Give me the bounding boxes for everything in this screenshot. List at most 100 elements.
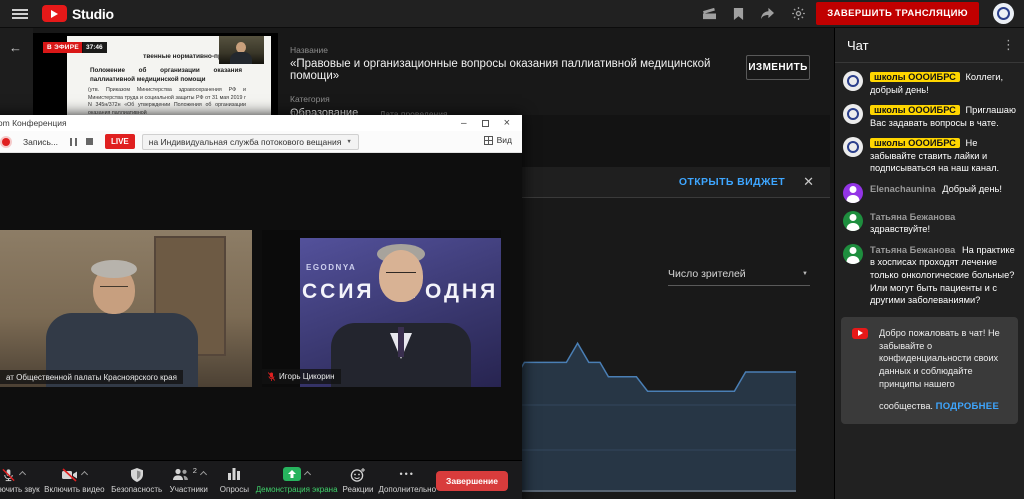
participant-silhouette [398, 327, 404, 357]
member-badge[interactable]: школы ОООИБРС [870, 138, 960, 148]
view-button[interactable]: Вид [484, 135, 512, 145]
end-button[interactable]: Завершение [436, 471, 508, 491]
chat-avatar[interactable] [843, 137, 863, 157]
recording-dot-icon [2, 138, 10, 146]
open-widget-link[interactable]: ОТКРЫТЬ ВИДЖЕТ [679, 176, 785, 188]
create-video-icon[interactable] [702, 7, 717, 20]
screen-icon [283, 467, 301, 483]
participant-silhouette [100, 286, 128, 291]
toolbar-label: Опросы [220, 485, 249, 494]
app-root: Studio ЗАВЕРШИТЬ ТРАНСЛЯЦИЮ ← В ЭФИРЕ 37… [0, 0, 1024, 499]
chat-avatar[interactable] [843, 244, 863, 264]
metric-select[interactable]: Число зрителей ▼ [668, 268, 810, 286]
maximize-icon[interactable] [482, 120, 489, 127]
studio-topbar: Studio ЗАВЕРШИТЬ ТРАНСЛЯЦИЮ [0, 0, 1024, 28]
video-button[interactable]: Включить видео [40, 465, 109, 494]
chat-avatar[interactable] [843, 104, 863, 124]
muted-mic-icon [268, 372, 275, 382]
backdrop-text-small: EGODNYA [306, 263, 356, 272]
participants-button[interactable]: 2 Участники [165, 465, 213, 494]
chevron-up-icon[interactable] [304, 471, 311, 478]
zoom-toolbar: Включить звукВключить видеоБезопасность2… [0, 460, 522, 499]
slide-body: (утв. Приказом Министерства здравоохране… [88, 87, 246, 118]
participant-silhouette [91, 260, 137, 278]
chat-message-list[interactable]: школы ОООИБРС Коллеги, добрый день!школы… [835, 63, 1024, 307]
toolbar-label: Реакции [343, 485, 374, 494]
share-button[interactable]: Демонстрация экрана [256, 465, 338, 494]
zoom-window-title: Zoom Конференция [0, 118, 67, 128]
stream-target-label: на Индивидуальная служба потокового веща… [149, 137, 342, 147]
view-button-label: Вид [497, 135, 512, 145]
more-button[interactable]: ••• Дополнительно [378, 465, 436, 494]
mic-icon [1, 467, 16, 485]
chat-username[interactable]: Elenachaunina [870, 184, 936, 194]
shield-icon [130, 467, 144, 484]
chat-username[interactable]: Татьяна Бежанова [870, 245, 955, 255]
grid-view-icon [484, 136, 493, 145]
account-avatar[interactable] [993, 3, 1014, 24]
chat-title: Чат [847, 38, 869, 53]
reactions-button[interactable]: Реакции [338, 465, 379, 494]
live-chip: LIVE [105, 134, 135, 149]
chevron-up-icon[interactable] [200, 471, 207, 478]
zoom-titlebar[interactable]: Zoom Конференция – × [0, 115, 522, 131]
back-arrow-icon[interactable]: ← [9, 40, 22, 55]
bookmark-icon[interactable] [733, 7, 744, 21]
people-icon [172, 467, 189, 484]
toolbar-label: Дополнительно [378, 485, 436, 494]
minimize-icon[interactable]: – [461, 118, 467, 129]
toolbar-label: Участники [170, 485, 208, 494]
chart-area-fill [516, 343, 796, 492]
toolbar-label: Включить звук [0, 485, 40, 494]
zoom-window: Zoom Конференция – × Запись... LIVE на И… [0, 115, 522, 499]
stream-title: «Правовые и организационные вопросы оказ… [290, 58, 740, 82]
chat-avatar[interactable] [843, 183, 863, 203]
chevron-up-icon[interactable] [19, 471, 26, 478]
chat-username[interactable]: Татьяна Бежанова [870, 212, 955, 222]
stream-target-dropdown[interactable]: на Индивидуальная служба потокового веща… [142, 134, 359, 150]
live-badge: В ЭФИРЕ [43, 42, 83, 53]
stop-recording-icon[interactable] [86, 138, 93, 145]
close-icon[interactable]: × [504, 117, 510, 129]
category-label: Категория [290, 94, 820, 104]
dots-icon: ••• [400, 467, 415, 482]
member-badge[interactable]: школы ОООИБРС [870, 105, 960, 115]
chat-avatar[interactable] [843, 211, 863, 231]
chat-message: Татьяна Бежанова На практике в хосписах … [843, 244, 1016, 307]
chat-message: школы ОООИБРС Не забывайте ставить лайки… [843, 137, 1016, 175]
member-badge[interactable]: школы ОООИБРС [870, 72, 960, 82]
participant-count: 2 [193, 466, 197, 475]
chat-message-text: Добрый день! [942, 184, 1002, 194]
unmute-button[interactable]: Включить звук [0, 465, 40, 494]
participant-tile-right[interactable]: EGODNYA ССИЯ С ГОДНЯ Игорь Цикорин [262, 230, 501, 387]
zoom-meeting-bar: Запись... LIVE на Индивидуальная служба … [0, 131, 522, 153]
chat-message: школы ОООИБРС Приглашаю Вас задавать воп… [843, 104, 1016, 129]
chat-panel: Чат ⋮ школы ОООИБРС Коллеги, добрый день… [834, 28, 1024, 499]
edit-button[interactable]: ИЗМЕНИТЬ [746, 55, 810, 80]
chat-message-text: здравствуйте! [870, 224, 930, 234]
poll-icon [227, 467, 241, 483]
banner-close-icon[interactable]: ✕ [803, 174, 814, 190]
learn-more-link[interactable]: ПОДРОБНЕЕ [936, 400, 1000, 413]
youtube-logo-icon[interactable] [42, 5, 67, 22]
toolbar-label: Демонстрация экрана [256, 485, 338, 494]
participant-name-tag: ат Общественной палаты Красноярского кра… [0, 370, 183, 384]
chat-message: школы ОООИБРС Коллеги, добрый день! [843, 71, 1016, 96]
menu-icon[interactable] [12, 9, 28, 19]
pause-recording-icon[interactable] [70, 138, 77, 146]
chat-message: Elenachaunina Добрый день! [843, 183, 1016, 203]
chat-menu-icon[interactable]: ⋮ [1002, 37, 1015, 53]
security-button[interactable]: Безопасность [109, 465, 165, 494]
studio-brand: Studio [72, 6, 114, 22]
welcome-text: Добро пожаловать в чат! Не забывайте о к… [879, 328, 1000, 411]
chat-avatar[interactable] [843, 71, 863, 91]
chevron-up-icon[interactable] [81, 471, 88, 478]
polls-button[interactable]: Опросы [213, 465, 256, 494]
chevron-down-icon: ▼ [802, 271, 808, 277]
settings-gear-icon[interactable] [791, 6, 806, 21]
end-stream-button[interactable]: ЗАВЕРШИТЬ ТРАНСЛЯЦИЮ [816, 2, 979, 25]
back-strip: ← [0, 28, 33, 128]
share-icon[interactable] [760, 7, 775, 20]
participant-tile-left[interactable]: ат Общественной палаты Красноярского кра… [0, 230, 252, 387]
press-backdrop: EGODNYA ССИЯ С ГОДНЯ [300, 238, 501, 387]
